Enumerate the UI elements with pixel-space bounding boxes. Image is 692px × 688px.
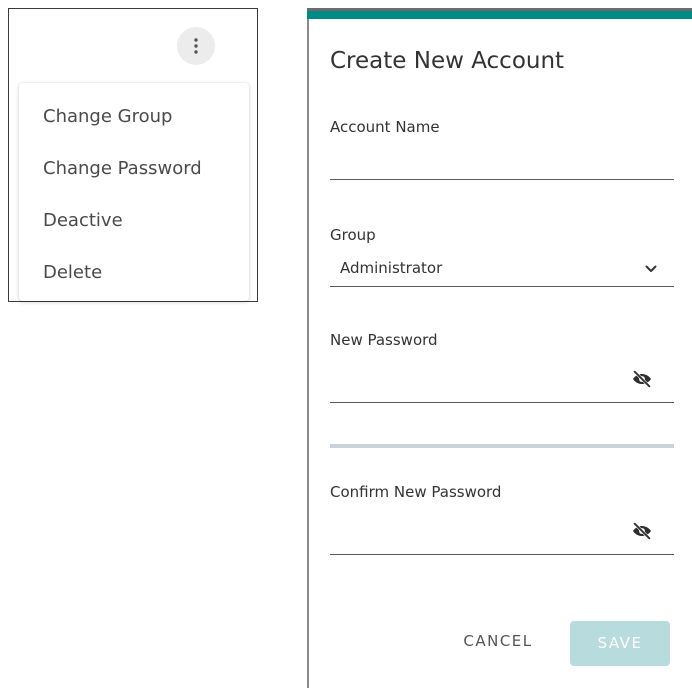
menu-item-delete[interactable]: Delete [19, 247, 249, 299]
dialog-accent-bar [307, 8, 692, 19]
confirm-password-input[interactable] [330, 510, 630, 552]
account-name-underline [330, 179, 674, 180]
group-underline [330, 286, 674, 287]
group-label: Group [330, 226, 376, 244]
group-select-value: Administrator [340, 259, 443, 277]
actions-menu-panel: Change Group Change Password Deactive De… [8, 8, 258, 302]
save-button[interactable]: SAVE [570, 621, 670, 666]
chevron-down-icon [645, 265, 657, 272]
confirm-password-underline [330, 554, 674, 555]
more-options-button[interactable] [177, 27, 215, 65]
confirm-password-label: Confirm New Password [330, 483, 502, 501]
menu-item-deactive[interactable]: Deactive [19, 195, 249, 247]
more-vertical-icon [194, 38, 198, 54]
cancel-button[interactable]: CANCEL [457, 632, 539, 650]
create-account-dialog: Create New Account Account Name Group Ad… [307, 8, 692, 688]
menu-item-change-password[interactable]: Change Password [19, 143, 249, 195]
account-name-input[interactable] [330, 138, 674, 178]
section-divider [330, 444, 674, 448]
account-name-label: Account Name [330, 118, 440, 136]
dialog-title: Create New Account [330, 48, 565, 74]
eye-off-icon[interactable] [631, 368, 653, 390]
menu-item-change-group[interactable]: Change Group [19, 91, 249, 143]
eye-off-icon[interactable] [631, 520, 653, 542]
new-password-label: New Password [330, 331, 438, 349]
dropdown-menu: Change Group Change Password Deactive De… [19, 83, 249, 301]
new-password-underline [330, 402, 674, 403]
new-password-input[interactable] [330, 358, 630, 400]
